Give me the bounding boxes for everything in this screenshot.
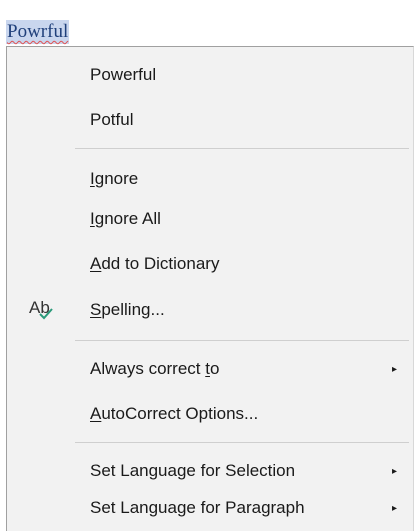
add-to-dictionary-menu-item[interactable]: Add to Dictionary [7,246,413,282]
menu-separator [75,148,409,149]
spelling-check-icon: Ab [29,296,59,324]
misspelled-word[interactable]: Powrful [6,20,70,44]
add-to-dictionary-label: Add to Dictionary [90,254,220,273]
suggestion-label: Potful [90,110,134,129]
ignore-all-menu-item[interactable]: Ignore All [7,201,413,237]
suggestion-potful[interactable]: Potful [7,102,413,138]
menu-separator [75,340,409,341]
suggestion-powerful[interactable]: Powerful [7,57,413,93]
ignore-all-label: Ignore All [90,209,161,228]
autocorrect-options-label: AutoCorrect Options... [90,404,259,423]
submenu-arrow-icon: ▸ [391,502,397,514]
submenu-arrow-icon: ▸ [391,363,397,375]
menu-separator [75,442,409,443]
submenu-arrow-icon: ▸ [391,465,397,477]
ignore-label: Ignore [90,169,139,188]
spelling-context-menu: Powerful Potful Ignore Ignore All Add to… [6,46,414,531]
always-correct-to-menu-item[interactable]: Always correct to ▸ [7,351,413,387]
set-language-selection-menu-item[interactable]: Set Language for Selection ▸ [7,453,413,489]
always-correct-to-label: Always correct to [90,359,220,378]
spelling-menu-item[interactable]: Ab Spelling... [7,292,413,328]
spelling-label: Spelling... [90,300,165,319]
checkmark-icon [39,308,53,320]
suggestion-label: Powerful [90,65,157,84]
autocorrect-options-menu-item[interactable]: AutoCorrect Options... [7,396,413,432]
set-language-paragraph-menu-item[interactable]: Set Language for Paragraph ▸ [7,490,413,526]
set-language-selection-label: Set Language for Selection [90,461,296,480]
ignore-menu-item[interactable]: Ignore [7,161,413,197]
set-language-paragraph-label: Set Language for Paragraph [90,498,305,517]
